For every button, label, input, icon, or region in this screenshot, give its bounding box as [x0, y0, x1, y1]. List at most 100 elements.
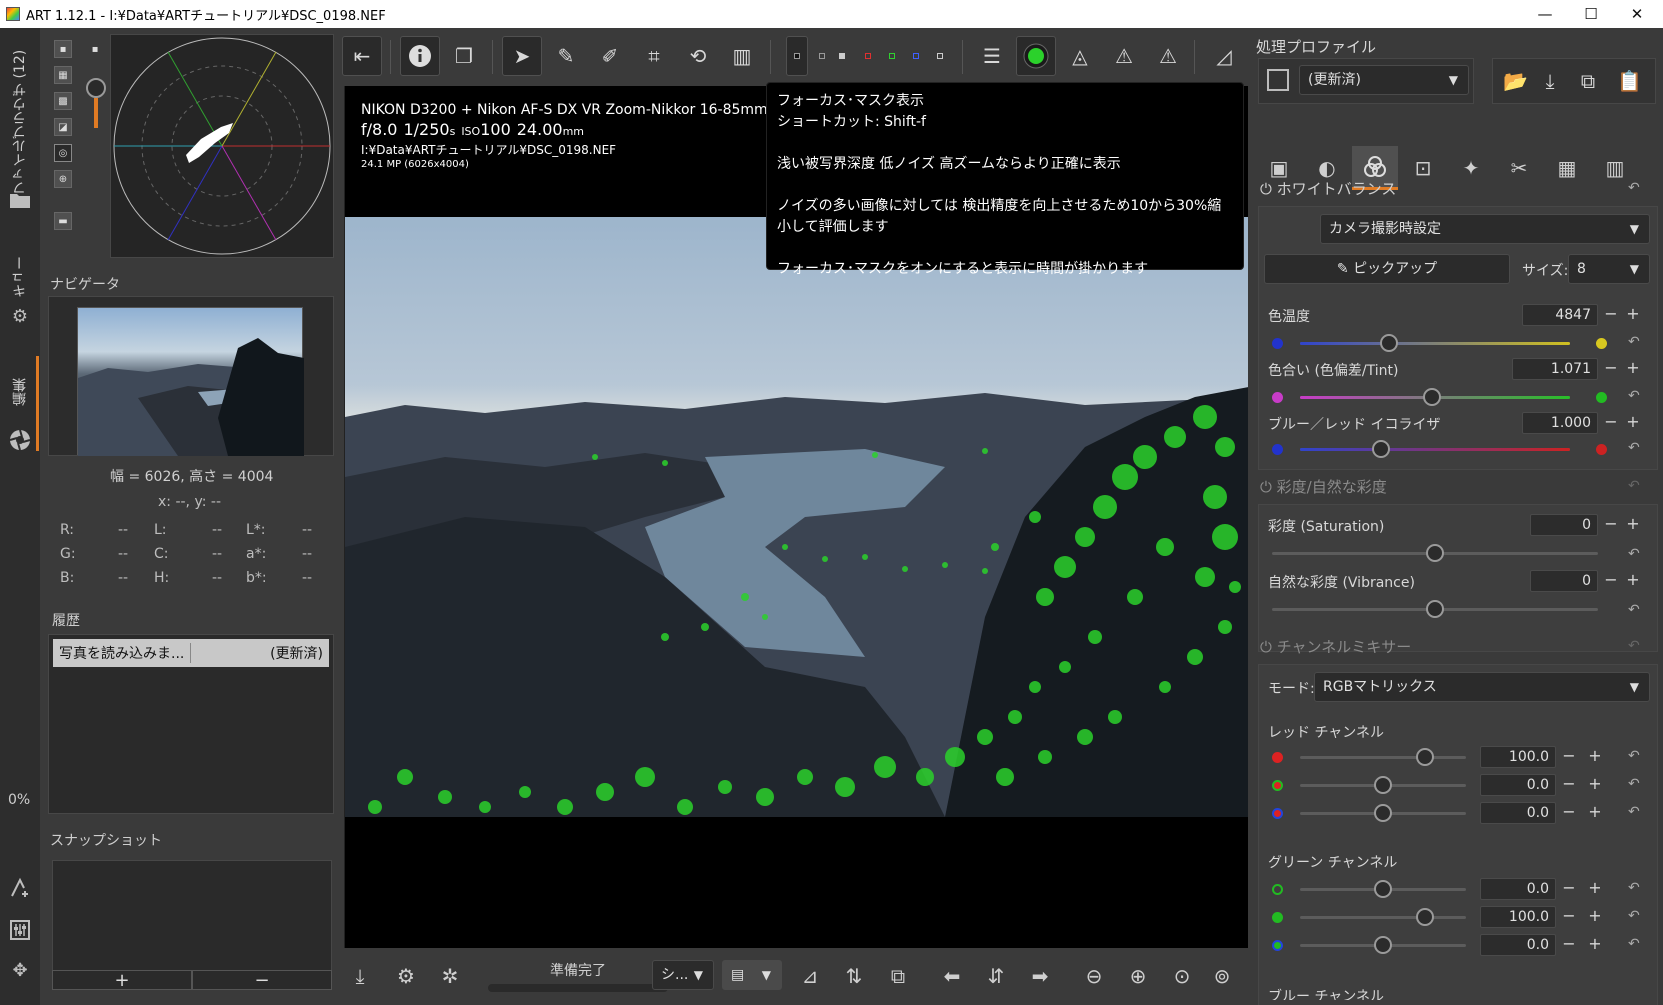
- temp-value[interactable]: 4847: [1522, 304, 1598, 326]
- adjustments-icon[interactable]: [8, 918, 32, 942]
- red-blue-slider-knob[interactable]: [1374, 804, 1392, 822]
- tint-value[interactable]: 1.071: [1512, 358, 1598, 380]
- navigator-thumbnail[interactable]: [77, 307, 304, 456]
- green-red-minus[interactable]: −: [1560, 878, 1578, 897]
- equalizer-slider-knob[interactable]: [1372, 440, 1390, 458]
- green-green-slider-knob[interactable]: [1415, 908, 1434, 926]
- fullscreen-icon[interactable]: ⧉: [880, 958, 916, 994]
- layout-icon[interactable]: ☰: [972, 36, 1012, 76]
- color-picker-icon[interactable]: ✐: [590, 36, 630, 76]
- histogram-linear-icon[interactable]: ▪: [54, 40, 72, 58]
- temp-plus[interactable]: +: [1624, 304, 1642, 323]
- saturation-header[interactable]: ⏻ 彩度/自然な彩度: [1260, 476, 1387, 497]
- reset-icon[interactable]: ↶: [1628, 748, 1640, 764]
- green-green-plus[interactable]: +: [1586, 906, 1604, 925]
- red-red-plus[interactable]: +: [1586, 746, 1604, 765]
- preview-green-icon[interactable]: [882, 36, 902, 76]
- sync-icon[interactable]: ⇵: [978, 958, 1014, 994]
- reset-icon[interactable]: ↶: [1628, 440, 1640, 456]
- equalizer-plus[interactable]: +: [1624, 412, 1642, 431]
- red-green-slider-knob[interactable]: [1374, 776, 1392, 794]
- temp-minus[interactable]: −: [1602, 304, 1620, 323]
- tab-effects[interactable]: ✦: [1448, 146, 1494, 190]
- red-blue-slider[interactable]: [1300, 804, 1466, 822]
- preview-white-icon[interactable]: [930, 36, 950, 76]
- reset-icon[interactable]: ↶: [1628, 388, 1640, 404]
- snapshot-add-button[interactable]: +: [52, 970, 192, 991]
- green-red-slider-knob[interactable]: [1374, 880, 1392, 898]
- perspective-icon[interactable]: ▥: [722, 36, 762, 76]
- bar-toggle-icon[interactable]: ▬: [54, 212, 72, 230]
- power-icon[interactable]: ⏻: [1260, 478, 1272, 496]
- saturation-plus[interactable]: +: [1624, 514, 1642, 533]
- red-blue-value[interactable]: 0.0: [1480, 802, 1556, 824]
- green-red-slider[interactable]: [1300, 880, 1466, 898]
- green-blue-minus[interactable]: −: [1560, 934, 1578, 953]
- equalizer-value[interactable]: 1.000: [1522, 412, 1598, 434]
- reset-icon[interactable]: ↶: [1628, 804, 1640, 820]
- shadow-warning-icon[interactable]: ⚠: [1104, 36, 1144, 76]
- histogram-raw-icon[interactable]: ▪: [86, 40, 104, 58]
- red-green-value[interactable]: 0.0: [1480, 774, 1556, 796]
- preview-rgb-icon[interactable]: [786, 36, 808, 76]
- queue-add-icon[interactable]: ⚙: [388, 958, 424, 994]
- processing-profile-combo[interactable]: (更新済) ▼: [1299, 65, 1469, 95]
- reset-icon[interactable]: ↶: [1628, 334, 1640, 350]
- red-green-minus[interactable]: −: [1560, 774, 1578, 793]
- red-red-slider[interactable]: [1300, 748, 1466, 766]
- tint-plus[interactable]: +: [1624, 358, 1642, 377]
- tab-raw[interactable]: ▦: [1544, 146, 1590, 190]
- red-red-minus[interactable]: −: [1560, 746, 1578, 765]
- saturation-value[interactable]: 0: [1530, 514, 1598, 536]
- tab-local[interactable]: ⊡: [1400, 146, 1446, 190]
- green-red-plus[interactable]: +: [1586, 878, 1604, 897]
- prev-image-icon[interactable]: ⬅: [934, 958, 970, 994]
- before-after-icon[interactable]: ❐: [444, 36, 484, 76]
- histogram-luma-icon[interactable]: ◪: [54, 118, 72, 136]
- external-editor-icon[interactable]: ✲: [432, 958, 468, 994]
- minimize-button[interactable]: —: [1522, 0, 1568, 28]
- open-profile-icon[interactable]: 📂: [1503, 69, 1528, 93]
- vibrance-slider[interactable]: [1272, 600, 1598, 618]
- gear-icon[interactable]: ⚙: [8, 304, 32, 328]
- aperture-icon[interactable]: [8, 428, 32, 452]
- reset-icon[interactable]: ↶: [1628, 180, 1640, 196]
- tab-edit[interactable]: 編集: [8, 362, 32, 422]
- pick-button[interactable]: ✎ ピックアップ: [1264, 254, 1510, 284]
- hide-left-panel-icon[interactable]: ⇤: [342, 36, 382, 76]
- flip-h-icon[interactable]: ⊿: [792, 958, 828, 994]
- red-red-value[interactable]: 100.0: [1480, 746, 1556, 768]
- reset-icon[interactable]: ↶: [1628, 478, 1640, 494]
- photo-preview[interactable]: [345, 217, 1248, 817]
- export-icon[interactable]: [8, 876, 32, 900]
- reset-icon[interactable]: ↶: [1628, 880, 1640, 896]
- maximize-button[interactable]: ☐: [1568, 0, 1614, 28]
- zoom-fit-icon[interactable]: ⊙: [1164, 958, 1200, 994]
- zoom-100-icon[interactable]: ⊚: [1204, 958, 1240, 994]
- save-icon[interactable]: ⤓: [342, 958, 378, 994]
- red-green-slider[interactable]: [1300, 776, 1466, 794]
- reset-icon[interactable]: ↶: [1628, 776, 1640, 792]
- vibrance-plus[interactable]: +: [1624, 570, 1642, 589]
- reset-icon[interactable]: ↶: [1628, 936, 1640, 952]
- size-combo[interactable]: 8 ▼: [1568, 254, 1650, 284]
- reset-icon[interactable]: ↶: [1628, 638, 1640, 654]
- straighten-icon[interactable]: ⟲: [678, 36, 718, 76]
- save-profile-icon[interactable]: ⤓: [1541, 69, 1559, 93]
- equalizer-slider[interactable]: [1300, 440, 1570, 458]
- preview-l-icon[interactable]: [812, 36, 832, 76]
- history-row[interactable]: 写真を読み込みま... (更新済): [53, 639, 329, 667]
- temp-slider-knob[interactable]: [1380, 334, 1399, 352]
- focus-mask-icon[interactable]: [1016, 36, 1056, 76]
- vibrance-minus[interactable]: −: [1602, 570, 1620, 589]
- vibrance-value[interactable]: 0: [1530, 570, 1598, 592]
- zoom-in-icon[interactable]: ⊕: [1120, 958, 1156, 994]
- tab-queue[interactable]: キュー: [8, 242, 32, 312]
- vibrance-slider-knob[interactable]: [1426, 600, 1444, 618]
- histogram-rgb-icon[interactable]: ▦: [54, 66, 72, 84]
- tint-minus[interactable]: −: [1602, 358, 1620, 377]
- copy-profile-icon[interactable]: ⧉: [1579, 69, 1597, 93]
- vectorscope-icon[interactable]: ◎: [54, 144, 72, 162]
- histogram-color-icon[interactable]: ▩: [54, 92, 72, 110]
- reset-icon[interactable]: ↶: [1628, 546, 1640, 562]
